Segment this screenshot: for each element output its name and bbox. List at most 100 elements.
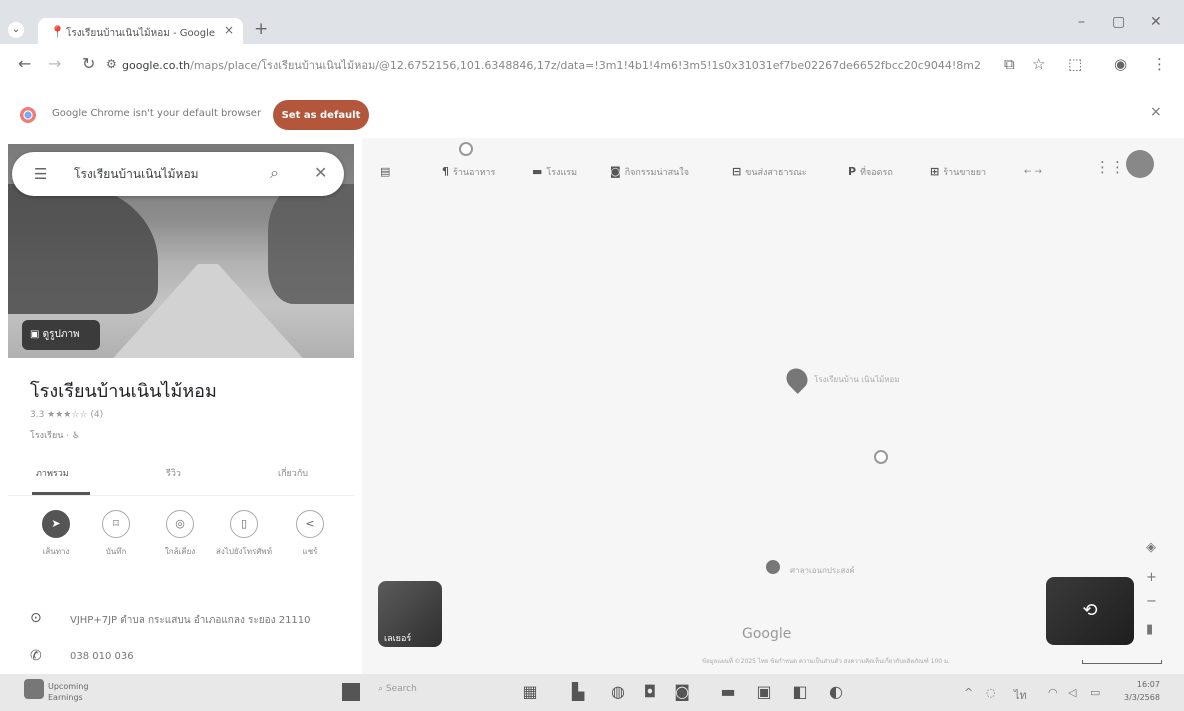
layers-button[interactable]: เลเยอร์ (378, 581, 442, 647)
url-host: google.co.th (122, 59, 191, 72)
forward-button[interactable]: → (48, 54, 61, 73)
profile-icon[interactable]: ◉ (1114, 55, 1127, 73)
chip-restaurants[interactable]: ¶ ร้านอาหาร (442, 158, 495, 186)
pegman-icon[interactable]: ▮ (1146, 622, 1153, 637)
phone-row[interactable]: ✆ 038 010 036 (26, 646, 356, 670)
language-indicator-icon[interactable]: ไท (1014, 686, 1027, 704)
clear-search-icon[interactable]: ✕ (314, 163, 327, 182)
directions-label: เส้นทาง (42, 547, 70, 556)
tab-overview[interactable]: ภาพรวม (36, 466, 69, 480)
tab-about[interactable]: เกี่ยวกับ (278, 466, 308, 480)
browser-tab[interactable]: 📍 โรงเรียนบ้านเนินไม้หอม - Google × (38, 18, 243, 46)
map-poi-hall-marker[interactable] (766, 560, 780, 574)
send-to-phone-button[interactable]: ▯ ส่งไปยังโทรศัพท์ (214, 510, 274, 557)
zoom-out-button[interactable]: − (1146, 594, 1157, 609)
directions-button[interactable]: ➤ เส้นทาง (26, 510, 86, 557)
infobar-close-icon[interactable]: × (1150, 104, 1162, 120)
account-avatar[interactable] (1126, 150, 1154, 178)
hamburger-menu-icon[interactable]: ☰ (34, 165, 47, 183)
photo-trees-right (268, 184, 354, 304)
chrome-taskbar-icon[interactable]: ◍ (608, 682, 628, 702)
directions-icon: ➤ (42, 510, 70, 538)
minimize-button[interactable]: – (1078, 14, 1085, 30)
weather-widget[interactable]: Upcoming Earnings (48, 681, 88, 703)
battery-icon[interactable]: ▭ (1090, 686, 1100, 699)
start-button[interactable] (342, 683, 360, 701)
default-browser-infobar: Google Chrome isn't your default browser… (0, 94, 1184, 138)
place-pin-label[interactable]: โรงเรียนบ้าน เนินไม้หอม (814, 374, 900, 385)
tab-reviews[interactable]: รีวิว (166, 466, 181, 480)
scale-bar[interactable] (1082, 660, 1162, 664)
address-bar[interactable]: google.co.th/maps/place/โรงเรียนบ้านเนิน… (122, 55, 982, 77)
tray-overflow-icon[interactable]: ^ (964, 686, 973, 699)
install-icon[interactable]: ⧉ (1004, 55, 1015, 73)
chip-pharmacy[interactable]: ⊞ ร้านขายยา (930, 158, 986, 186)
messaging-app-icon[interactable]: ▣ (754, 682, 774, 702)
my-location-icon[interactable]: ◈ (1146, 540, 1156, 555)
google-watermark: Google (742, 626, 792, 642)
zoom-in-button[interactable]: + (1146, 570, 1157, 585)
map-canvas[interactable]: ▤ ¶ ร้านอาหาร ▬ โรงแรม ◙ กิจกรรมน่าสนใจ ⊟ ขน… (362, 138, 1184, 674)
site-info-icon[interactable]: ⚙ (106, 57, 117, 71)
network-icon[interactable]: ◠ (1048, 686, 1058, 699)
new-tab-button[interactable]: + (254, 19, 268, 39)
place-rating[interactable]: 3.3 ★★★☆☆ (4) (30, 410, 103, 420)
edge-app-icon[interactable]: ◐ (826, 682, 846, 702)
search-input[interactable] (74, 164, 254, 184)
collapse-panel-button[interactable]: ▤ (380, 158, 394, 186)
tab-search-button[interactable]: ⌄ (8, 22, 24, 38)
nearby-button[interactable]: ◎ ใกล้เคียง (150, 510, 210, 557)
see-photos-button[interactable]: ▣ ดูรูปภาพ (22, 320, 100, 350)
people-app-icon[interactable]: ◘ (640, 682, 660, 702)
mail-app-icon[interactable]: ◧ (790, 682, 810, 702)
photos-app-icon[interactable]: ◙ (672, 682, 692, 702)
place-category[interactable]: โรงเรียน · ♿ (30, 428, 80, 442)
active-tab-indicator (32, 492, 90, 495)
tab-close-icon[interactable]: × (224, 23, 234, 37)
chip-things-to-do[interactable]: ◙ กิจกรรมน่าสนใจ (610, 158, 689, 186)
chip-parking[interactable]: P ที่จอดรถ (848, 158, 893, 186)
file-explorer-icon[interactable]: ▙ (568, 682, 588, 702)
map-footer[interactable]: ข้อมูลแผนที่ ©2025 ไทย ข้อกำหนด ความเป็น… (702, 656, 950, 666)
search-icon[interactable]: ⌕ (270, 163, 279, 183)
share-icon: < (296, 510, 324, 538)
weather-widget-icon[interactable] (24, 679, 44, 699)
taskbar-search[interactable]: ⌕ Search (378, 684, 417, 694)
chip-transit-label: ขนส่งสาธารณะ (745, 168, 807, 178)
hotel-icon: ▬ (532, 165, 543, 178)
maximize-button[interactable]: ▢ (1112, 14, 1125, 30)
weather-title: Upcoming (48, 682, 89, 691)
files-app-icon[interactable]: ▬ (718, 682, 738, 702)
volume-icon[interactable]: ◁ (1068, 686, 1076, 699)
set-default-button[interactable]: Set as default (273, 100, 369, 130)
more-menu-icon[interactable]: ⋮ (1152, 55, 1167, 73)
save-button[interactable]: ⌑ บันทึก (86, 510, 146, 557)
phone-text: 038 010 036 (70, 651, 134, 662)
back-button[interactable]: ← (18, 54, 31, 73)
nearby-label: ใกล้เคียง (164, 547, 196, 556)
tab-title: โรงเรียนบ้านเนินไม้หอม - Google (66, 28, 216, 39)
map-poi-marker-top[interactable] (459, 142, 473, 156)
place-title: โรงเรียนบ้านเนินไม้หอม (30, 381, 217, 402)
window-close-button[interactable]: ✕ (1150, 14, 1162, 30)
reload-button[interactable]: ↻ (82, 54, 95, 73)
photo-trees-left (8, 184, 158, 314)
chip-transit[interactable]: ⊟ ขนส่งสาธารณะ (732, 158, 807, 186)
place-pin-icon[interactable] (782, 364, 812, 394)
address-row[interactable]: ⊙ VJHP+7JP ตำบล กระแสบน อำเภอแกลง ระยอง … (26, 608, 356, 632)
system-clock[interactable]: 16:07 3/3/2568 (1124, 678, 1160, 704)
share-button[interactable]: < แชร์ (280, 510, 340, 557)
list-icon: ▤ (380, 165, 391, 178)
map-poi-marker[interactable] (874, 450, 888, 464)
extensions-icon[interactable]: ⬚ (1068, 55, 1082, 73)
widgets-icon[interactable]: ▦ (520, 682, 540, 702)
chips-scroll-button[interactable]: ← → (1024, 158, 1042, 186)
tray-app-icon[interactable]: ◌ (986, 686, 996, 699)
bookmark-star-icon[interactable]: ☆ (1032, 55, 1045, 73)
chip-things-to-do-label: กิจกรรมน่าสนใจ (624, 168, 689, 178)
bookmark-icon: ⌑ (102, 510, 130, 538)
chrome-logo-icon (20, 107, 36, 123)
street-view-button[interactable]: ⟲ (1046, 577, 1134, 645)
map-poi-hall-label[interactable]: ศาลาเอนกประสงค์ (790, 564, 855, 577)
chip-hotels[interactable]: ▬ โรงแรม (532, 158, 577, 186)
